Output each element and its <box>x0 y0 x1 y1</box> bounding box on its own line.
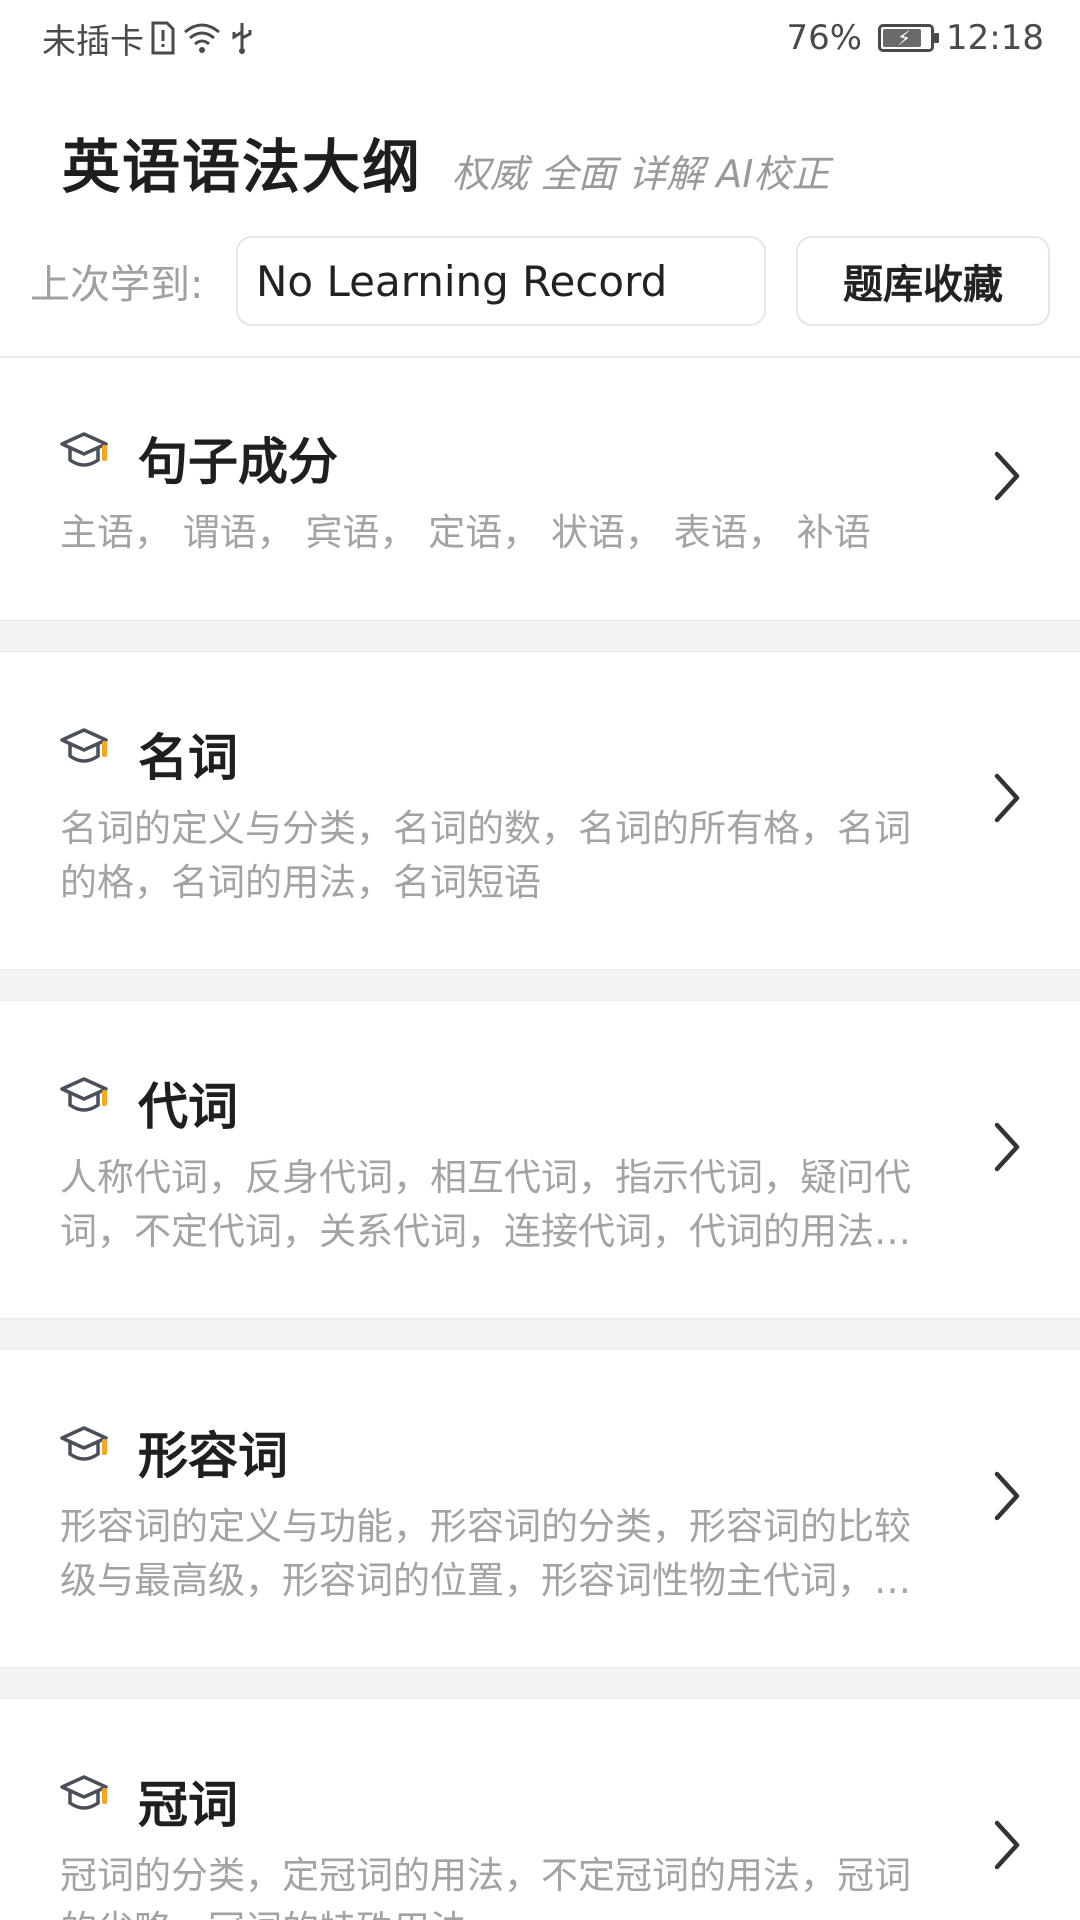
graduation-cap-icon <box>60 1775 108 1810</box>
graduation-cap-icon <box>60 432 108 467</box>
chevron-right-icon <box>994 1471 1020 1521</box>
graduation-cap-icon <box>60 728 108 763</box>
section-adjectives[interactable]: 形容词 形容词的定义与功能，形容词的分类，形容词的比较级与最高级，形容词的位置，… <box>0 1350 1080 1667</box>
wifi-icon <box>182 21 222 55</box>
section-articles[interactable]: 冠词 冠词的分类，定冠词的用法，不定冠词的用法，冠词的省略，冠词的特殊用法 <box>0 1699 1080 1920</box>
section-gap <box>0 1318 1080 1350</box>
page-header: 英语语法大纲 权威 全面 详解 AI校正 <box>62 120 829 210</box>
section-pronouns[interactable]: 代词 人称代词，反身代词，相互代词，指示代词，疑问代词，不定代词，关系代词，连接… <box>0 1001 1080 1318</box>
chevron-right-icon <box>994 773 1020 823</box>
section-gap <box>0 1667 1080 1699</box>
section-description: 人称代词，反身代词，相互代词，指示代词，疑问代词，不定代词，关系代词，连接代词，… <box>60 1156 911 1253</box>
usb-icon <box>228 20 256 56</box>
favorites-button-label: 题库收藏 <box>843 262 1003 308</box>
section-title: 句子成分 <box>138 433 338 491</box>
section-sentence-components[interactable]: 句子成分 主语， 谓语， 宾语， 定语， 状语， 表语， 补语 <box>0 358 1080 620</box>
page-slogan: 权威 全面 详解 AI校正 <box>452 152 830 196</box>
chevron-right-icon <box>994 1820 1020 1870</box>
clock: 12:18 <box>946 18 1044 58</box>
section-title: 名词 <box>138 729 238 787</box>
page-title: 英语语法大纲 <box>62 133 423 201</box>
status-bar: 未插卡 76% ⚡ 12:18 <box>0 0 1080 76</box>
carrier-label: 未插卡 <box>42 21 144 62</box>
battery-charging-icon: ⚡ <box>878 24 940 52</box>
section-description: 名词的定义与分类，名词的数，名词的所有格，名词的格，名词的用法，名词短语 <box>60 807 911 904</box>
graduation-cap-icon <box>60 1077 108 1112</box>
sim-alert-icon <box>150 21 176 55</box>
section-description: 主语， 谓语， 宾语， 定语， 状语， 表语， 补语 <box>60 511 871 554</box>
chevron-right-icon <box>994 1122 1020 1172</box>
section-gap <box>0 969 1080 1001</box>
graduation-cap-icon <box>60 1426 108 1461</box>
battery-percent: 76% <box>786 18 863 58</box>
chevron-right-icon <box>994 451 1020 501</box>
last-learned-value: No Learning Record <box>256 256 668 306</box>
section-title: 形容词 <box>138 1427 288 1485</box>
section-nouns[interactable]: 名词 名词的定义与分类，名词的数，名词的所有格，名词的格，名词的用法，名词短语 <box>0 652 1080 969</box>
question-bank-favorites-button[interactable]: 题库收藏 <box>796 236 1050 326</box>
section-description: 冠词的分类，定冠词的用法，不定冠词的用法，冠词的省略，冠词的特殊用法 <box>60 1854 911 1920</box>
last-learned-label: 上次学到: <box>30 262 204 308</box>
last-learned-row: 上次学到: No Learning Record 题库收藏 <box>0 236 1080 326</box>
section-description: 形容词的定义与功能，形容词的分类，形容词的比较级与最高级，形容词的位置，形容词性… <box>60 1505 911 1602</box>
section-title: 冠词 <box>138 1776 238 1834</box>
section-gap <box>0 620 1080 652</box>
section-title: 代词 <box>138 1078 238 1136</box>
last-learned-record[interactable]: No Learning Record <box>236 236 766 326</box>
